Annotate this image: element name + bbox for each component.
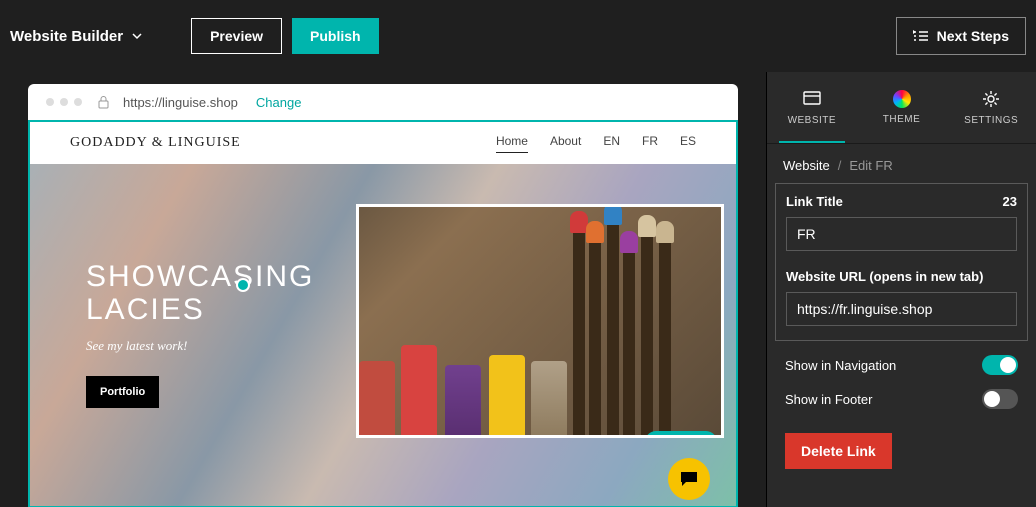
publish-button[interactable]: Publish: [292, 18, 379, 54]
site-nav: Home About EN FR ES: [496, 134, 696, 153]
nav-home[interactable]: Home: [496, 134, 528, 153]
show-footer-label: Show in Footer: [785, 392, 872, 407]
show-nav-toggle[interactable]: [982, 355, 1018, 375]
site-logo: GODADDY & LINGUISE: [70, 135, 241, 151]
tab-website[interactable]: WEBSITE: [767, 72, 857, 143]
site-header: GODADDY & LINGUISE Home About EN FR ES: [30, 122, 736, 164]
brand-dropdown[interactable]: Website Builder: [10, 28, 143, 45]
show-footer-toggle[interactable]: [982, 389, 1018, 409]
breadcrumb: Website / Edit FR: [767, 144, 1036, 183]
nav-es[interactable]: ES: [680, 134, 696, 153]
url-text: https://linguise.shop: [123, 95, 238, 110]
lock-icon: [98, 96, 109, 109]
update-button[interactable]: Update: [645, 431, 717, 438]
nav-en[interactable]: EN: [603, 134, 620, 153]
sync-icon: [236, 278, 250, 292]
preview-button[interactable]: Preview: [191, 18, 282, 54]
nav-fr[interactable]: FR: [642, 134, 658, 153]
refresh-icon: [655, 437, 665, 438]
show-nav-label: Show in Navigation: [785, 358, 896, 373]
side-panel: WEBSITE THEME SETTINGS Website / Edit FR…: [766, 72, 1036, 507]
chat-icon: [680, 471, 698, 487]
tab-theme[interactable]: THEME: [857, 72, 947, 143]
gear-icon: [981, 89, 1001, 109]
crumb-edit: Edit FR: [849, 158, 892, 173]
hero-section: SHOWCASING LACIES See my latest work! Po…: [30, 164, 736, 507]
website-icon: [802, 89, 822, 109]
canvas-area: https://linguise.shop Change GODADDY & L…: [0, 72, 766, 507]
chevron-down-icon: [131, 30, 143, 42]
tab-settings[interactable]: SETTINGS: [946, 72, 1036, 143]
browser-bar: https://linguise.shop Change: [28, 84, 738, 120]
chat-button[interactable]: [668, 458, 710, 500]
link-title-input[interactable]: [786, 217, 1017, 251]
portfolio-button[interactable]: Portfolio: [86, 376, 159, 408]
top-bar: Website Builder Preview Publish Next Ste…: [0, 0, 1036, 72]
next-steps-button[interactable]: Next Steps: [896, 17, 1026, 55]
link-title-count: 23: [1003, 194, 1017, 209]
hero-subtitle: See my latest work!: [86, 338, 314, 354]
nav-about[interactable]: About: [550, 134, 581, 153]
list-icon: [913, 29, 929, 43]
traffic-lights: [46, 98, 82, 106]
url-input[interactable]: [786, 292, 1017, 326]
change-link[interactable]: Change: [256, 95, 302, 110]
site-preview[interactable]: GODADDY & LINGUISE Home About EN FR ES S…: [28, 120, 738, 507]
link-title-label: Link Title: [786, 194, 843, 209]
theme-icon: [893, 90, 911, 108]
link-form: Link Title 23 Website URL (opens in new …: [775, 183, 1028, 341]
browser-frame: https://linguise.shop Change GODADDY & L…: [28, 84, 738, 507]
brand-label: Website Builder: [10, 28, 123, 45]
delete-link-button[interactable]: Delete Link: [785, 433, 892, 469]
crumb-website[interactable]: Website: [783, 158, 830, 173]
url-label: Website URL (opens in new tab): [786, 269, 983, 284]
panel-tabs: WEBSITE THEME SETTINGS: [767, 72, 1036, 144]
hero-image[interactable]: Update: [356, 204, 724, 438]
next-steps-label: Next Steps: [937, 28, 1009, 44]
hero-title: SHOWCASING LACIES: [86, 260, 314, 326]
